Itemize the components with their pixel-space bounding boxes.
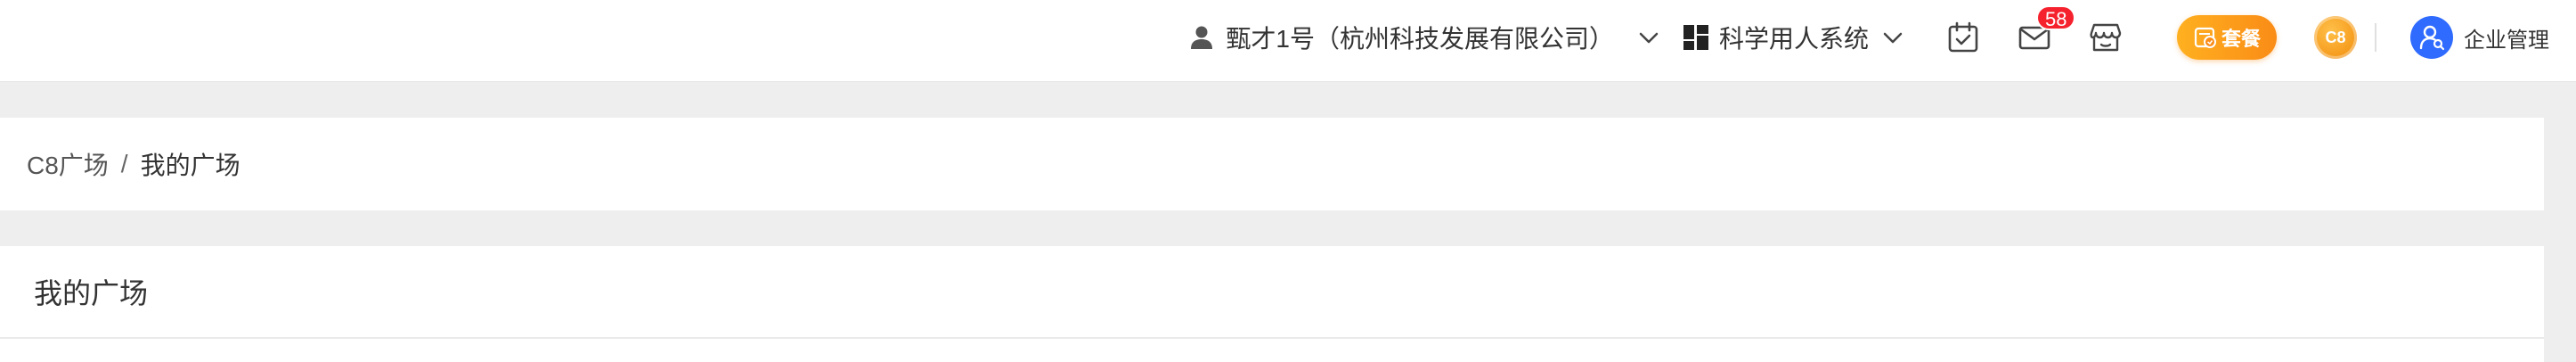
breadcrumb: C8广场 / 我的广场	[0, 118, 2544, 210]
header-divider	[2375, 23, 2376, 52]
breadcrumb-root-link[interactable]: C8广场	[27, 146, 109, 182]
store-icon	[2090, 23, 2122, 52]
current-user-name: 甄才1号（杭州科技发展有限公司）	[1226, 25, 1614, 53]
main-content-card: 我的广场	[0, 246, 2544, 362]
plan-label: 套餐	[2221, 28, 2261, 50]
unread-count-badge: 58	[2036, 5, 2076, 30]
system-name: 科学用人系统	[1718, 25, 1869, 53]
enterprise-management-label: 企业管理	[2464, 28, 2549, 53]
user-admin-icon	[2419, 25, 2445, 51]
header-actions: 甄才1号（杭州科技发展有限公司） 科学用人系统 58 套餐 C8 企业管理	[1190, 0, 2549, 75]
c8-coin-button[interactable]: C8	[2314, 16, 2357, 59]
avatar	[2410, 16, 2453, 59]
messages-button[interactable]: 58	[2015, 5, 2076, 57]
store-button[interactable]	[2086, 18, 2125, 57]
breadcrumb-separator: /	[120, 150, 128, 177]
calendar-button[interactable]	[1944, 18, 1983, 57]
package-icon	[2194, 27, 2216, 48]
top-navigation-bar: 甄才1号（杭州科技发展有限公司） 科学用人系统 58 套餐 C8 企业管理	[0, 0, 2576, 82]
calendar-check-icon	[1948, 21, 1978, 53]
system-switcher[interactable]: 科学用人系统	[1683, 20, 1906, 55]
enterprise-management-link[interactable]: 企业管理	[2410, 16, 2549, 59]
chevron-down-icon[interactable]	[1635, 24, 1662, 51]
person-icon	[1191, 26, 1213, 49]
user-account-switcher[interactable]: 甄才1号（杭州科技发展有限公司）	[1190, 20, 1662, 55]
page-title: 我的广场	[34, 277, 149, 309]
content-header: 我的广场	[0, 246, 2544, 339]
breadcrumb-current: 我的广场	[140, 152, 240, 179]
chevron-down-icon[interactable]	[1879, 24, 1906, 51]
grid-icon	[1683, 25, 1708, 50]
plan-button[interactable]: 套餐	[2177, 15, 2277, 60]
